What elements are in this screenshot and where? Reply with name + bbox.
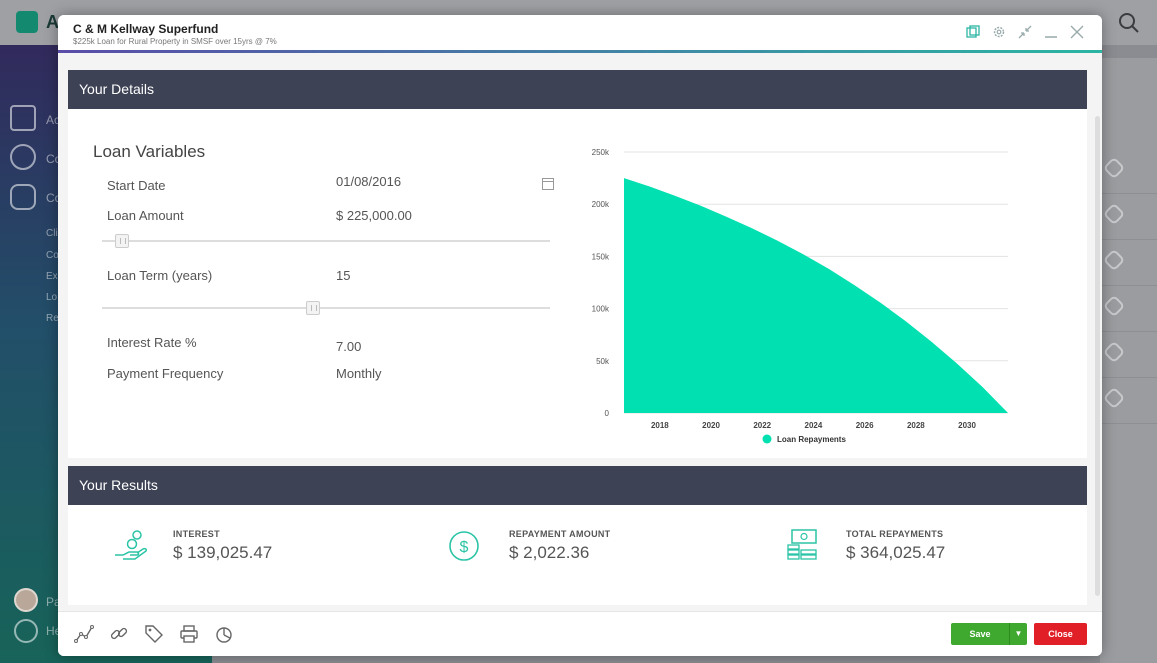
chart-y-tick-label: 100k bbox=[592, 305, 610, 314]
chart-area-loan-repayments bbox=[624, 178, 1008, 413]
briefcase-icon bbox=[10, 105, 36, 131]
chart-legend-label: Loan Repayments bbox=[777, 435, 846, 444]
dollar-circle-icon bbox=[10, 144, 36, 170]
link-icon bbox=[1103, 203, 1126, 226]
results-panel: Your Results INTEREST $ 139,025.47 $ REP… bbox=[68, 466, 1087, 605]
avatar bbox=[14, 588, 38, 612]
modal-title: C & M Kellway Superfund bbox=[73, 22, 218, 36]
vertical-scrollbar[interactable] bbox=[1095, 116, 1100, 596]
help-icon bbox=[14, 619, 38, 643]
modal-footer: Save ▼ Close bbox=[58, 611, 1102, 656]
chevron-down-icon[interactable]: ▼ bbox=[1009, 623, 1027, 645]
chart-y-tick-label: 250k bbox=[592, 148, 610, 157]
link-icon bbox=[1103, 341, 1126, 364]
total-repayments-label: TOTAL REPAYMENTS bbox=[846, 529, 943, 539]
chart-y-tick-label: 150k bbox=[592, 252, 610, 261]
total-repayments-value: $ 364,025.47 bbox=[846, 543, 945, 563]
tag-icon[interactable] bbox=[144, 624, 164, 644]
chart-x-tick-label: 2020 bbox=[702, 421, 720, 430]
gear-icon[interactable] bbox=[992, 25, 1006, 39]
chart-x-tick-label: 2018 bbox=[651, 421, 669, 430]
interest-label: INTEREST bbox=[173, 529, 220, 539]
plant-hand-icon bbox=[10, 184, 36, 210]
save-button-label: Save bbox=[951, 623, 1009, 645]
chart-y-tick-label: 0 bbox=[605, 409, 610, 418]
pie-chart-icon[interactable] bbox=[214, 624, 234, 644]
results-heading: Your Results bbox=[68, 466, 1087, 505]
calendar-icon[interactable] bbox=[542, 178, 554, 190]
interest-value: $ 139,025.47 bbox=[173, 543, 272, 563]
link-icon bbox=[1103, 249, 1126, 272]
repayment-amount-value: $ 2,022.36 bbox=[509, 543, 589, 563]
app-logo-icon bbox=[16, 11, 38, 33]
modal-header: C & M Kellway Superfund $225k Loan for R… bbox=[58, 15, 1102, 53]
modal-body: Your Details Loan Variables Start Date 0… bbox=[58, 56, 1102, 611]
loan-amount-input[interactable]: $ 225,000.00 bbox=[336, 208, 412, 223]
link-icon[interactable] bbox=[109, 624, 129, 644]
chart-x-tick-label: 2026 bbox=[856, 421, 874, 430]
loan-amount-slider[interactable] bbox=[102, 240, 550, 242]
close-icon[interactable] bbox=[1070, 25, 1084, 39]
loan-amount-label: Loan Amount bbox=[107, 208, 184, 223]
loan-amount-slider-handle[interactable] bbox=[115, 234, 129, 248]
collapse-icon[interactable] bbox=[1018, 25, 1032, 39]
print-icon[interactable] bbox=[179, 624, 199, 644]
chart-x-tick-label: 2030 bbox=[958, 421, 976, 430]
search-icon bbox=[1118, 12, 1140, 34]
sidebar-label: Cli bbox=[46, 228, 58, 239]
loan-variables-title: Loan Variables bbox=[93, 142, 205, 162]
svg-text:$: $ bbox=[460, 539, 469, 556]
sidebar-label: Ex bbox=[46, 271, 58, 282]
close-button[interactable]: Close bbox=[1034, 623, 1087, 645]
interest-rate-input[interactable]: 7.00 bbox=[336, 339, 361, 354]
loan-term-slider-handle[interactable] bbox=[306, 301, 320, 315]
sidebar-label: Lo bbox=[46, 292, 57, 303]
details-panel: Your Details Loan Variables Start Date 0… bbox=[68, 70, 1087, 458]
chart-x-tick-label: 2022 bbox=[753, 421, 771, 430]
link-icon bbox=[1103, 387, 1126, 410]
loan-term-slider[interactable] bbox=[102, 307, 550, 309]
loan-calculator-modal: C & M Kellway Superfund $225k Loan for R… bbox=[58, 15, 1102, 656]
modal-subtitle: $225k Loan for Rural Property in SMSF ov… bbox=[73, 37, 277, 46]
save-button[interactable]: Save ▼ bbox=[951, 623, 1027, 645]
chart-x-tick-label: 2028 bbox=[907, 421, 925, 430]
loan-term-input[interactable]: 15 bbox=[336, 268, 350, 283]
loan-term-label: Loan Term (years) bbox=[107, 268, 212, 283]
cash-stack-icon bbox=[786, 529, 822, 565]
chart-legend-marker bbox=[763, 435, 772, 444]
trend-line-icon[interactable] bbox=[74, 624, 94, 644]
start-date-label: Start Date bbox=[107, 178, 166, 193]
loan-repayments-chart: 0 50k 100k 150k 200k 250k 2018 2020 2022 2024 2026… bbox=[586, 130, 1046, 450]
link-icon bbox=[1103, 157, 1126, 180]
hand-coins-icon bbox=[113, 529, 149, 565]
details-heading: Your Details bbox=[68, 70, 1087, 109]
sidebar-label: Re bbox=[46, 313, 59, 324]
link-icon bbox=[1103, 295, 1126, 318]
chart-y-tick-label: 50k bbox=[596, 357, 610, 366]
chart-y-tick-label: 200k bbox=[592, 200, 610, 209]
interest-rate-label: Interest Rate % bbox=[107, 335, 197, 350]
dollar-circle-icon: $ bbox=[449, 529, 485, 565]
sidebar-label: Co bbox=[46, 250, 59, 261]
minimize-icon[interactable] bbox=[1044, 25, 1058, 39]
background-table bbox=[1100, 58, 1157, 663]
copy-icon[interactable] bbox=[966, 25, 980, 39]
repayment-amount-label: REPAYMENT AMOUNT bbox=[509, 529, 610, 539]
payment-frequency-label: Payment Frequency bbox=[107, 366, 223, 381]
payment-frequency-select[interactable]: Monthly bbox=[336, 366, 382, 381]
start-date-input[interactable]: 01/08/2016 bbox=[336, 174, 401, 189]
chart-x-tick-label: 2024 bbox=[805, 421, 823, 430]
